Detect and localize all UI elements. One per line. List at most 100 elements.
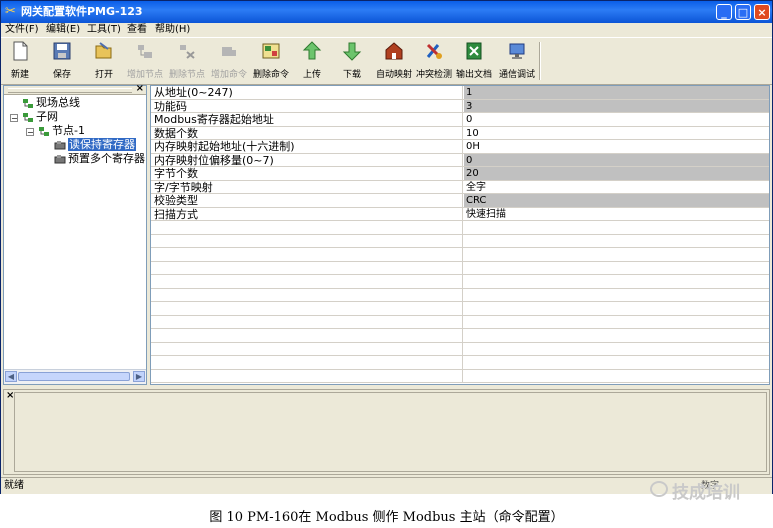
maximize-button[interactable]: □ [735, 4, 751, 20]
tree-item-fieldbus[interactable]: 现场总线 [22, 96, 80, 110]
property-value[interactable]: 10 [464, 127, 769, 140]
tree-item-subnet[interactable]: 子网 [22, 110, 58, 124]
command-icon [54, 154, 66, 163]
close-icon[interactable]: × [136, 83, 144, 94]
house-icon [385, 42, 403, 60]
property-value [464, 343, 769, 356]
open-button[interactable]: 打开 [89, 41, 119, 81]
property-value[interactable]: 快速扫描 [464, 208, 769, 221]
empty-row [151, 288, 769, 302]
monitor-icon [509, 43, 525, 59]
auto-map-button[interactable]: 自动映射 [375, 41, 413, 81]
delete-node-icon [180, 45, 195, 59]
property-name: 数据个数 [154, 126, 198, 140]
toolbar: 新建 保存 打开 增加节点 删除节点 增加命令 删除命令 上传 下载 自动映射 … [1, 37, 772, 85]
output-panel: × [3, 389, 770, 475]
property-name: 扫描方式 [154, 207, 198, 221]
property-value[interactable]: 0 [464, 113, 769, 126]
open-folder-icon [95, 42, 112, 59]
column-divider [462, 369, 463, 383]
network-icon [23, 112, 33, 122]
export-doc-button[interactable]: 输出文档 [455, 41, 493, 81]
property-row[interactable]: 扫描方式 快速扫描 [151, 207, 769, 221]
property-value[interactable]: 全字 [464, 181, 769, 194]
empty-row [151, 248, 769, 262]
property-value[interactable]: CRC [464, 194, 769, 207]
property-row[interactable]: 内存映射位偏移量(0~7) 0 [151, 153, 769, 167]
conflict-check-button[interactable]: 冲突检测 [415, 41, 453, 81]
column-divider [462, 275, 463, 288]
comm-debug-button[interactable]: 通信调试 [497, 41, 537, 81]
add-command-button[interactable]: 增加命令 [209, 41, 249, 81]
scroll-left-icon[interactable]: ◀ [5, 371, 17, 382]
tree-item-node-1[interactable]: 节点-1 [38, 124, 85, 138]
empty-row [151, 369, 769, 383]
property-row[interactable]: 内存映射起始地址(十六进制) 0H [151, 140, 769, 154]
menu-tools[interactable]: 工具(T) [87, 23, 121, 37]
property-value[interactable]: 0 [464, 153, 769, 166]
menu-help[interactable]: 帮助(H) [155, 23, 190, 37]
status-text: 就绪 [4, 480, 24, 491]
app-icon: ✂ [5, 4, 16, 19]
property-row[interactable]: 校验类型 CRC [151, 194, 769, 208]
column-divider [462, 140, 463, 153]
column-divider [462, 99, 463, 113]
tree-item-preset-multiple-registers[interactable]: 预置多个寄存器 [54, 152, 145, 166]
project-tree: × 现场总线 − 子网 − 节点-1 读保持寄存器 预置多个寄存器 ◀ ▶ [3, 83, 147, 385]
property-grid: 从地址(0~247) 1 功能码 3 Modbus寄存器起始地址 0 数据个数 10 内存映射起… [150, 85, 770, 385]
panel-grip[interactable] [8, 88, 132, 93]
property-row[interactable]: 字节个数 20 [151, 167, 769, 181]
delete-command-button[interactable]: 删除命令 [251, 41, 291, 81]
property-row[interactable]: 字/字节映射 全字 [151, 180, 769, 194]
collapse-icon[interactable]: − [26, 128, 34, 137]
property-name: 字/字节映射 [154, 180, 213, 194]
property-value [464, 302, 769, 315]
menu-view[interactable]: 查看 [127, 23, 147, 37]
wechat-icon [650, 481, 668, 497]
property-value[interactable]: 1 [464, 86, 769, 99]
minimize-button[interactable]: _ [716, 4, 732, 20]
tree-horizontal-scrollbar[interactable]: ◀ ▶ [4, 369, 146, 384]
property-value [464, 329, 769, 342]
column-divider [462, 113, 463, 126]
column-divider [462, 261, 463, 275]
property-name: 功能码 [154, 99, 187, 113]
property-row[interactable]: 数据个数 10 [151, 126, 769, 140]
column-divider [462, 315, 463, 329]
tree-item-label: 子网 [36, 110, 58, 123]
menu-file[interactable]: 文件(F) [5, 23, 39, 37]
property-value[interactable]: 20 [464, 167, 769, 180]
tree-item-read-holding-registers[interactable]: 读保持寄存器 [54, 138, 136, 152]
property-value [464, 316, 769, 329]
property-value [464, 221, 769, 234]
column-divider [462, 248, 463, 261]
property-value [464, 262, 769, 275]
property-value[interactable]: 3 [464, 99, 769, 112]
empty-row [151, 315, 769, 329]
scroll-thumb[interactable] [18, 372, 130, 381]
output-area[interactable] [14, 392, 767, 472]
property-row[interactable]: 从地址(0~247) 1 [151, 86, 769, 100]
tree-item-label: 读保持寄存器 [68, 138, 136, 151]
property-row[interactable]: 功能码 3 [151, 99, 769, 113]
menu-edit[interactable]: 编辑(E) [46, 23, 80, 37]
download-button[interactable]: 下载 [337, 41, 367, 81]
arrow-down-icon [342, 42, 362, 61]
collapse-icon[interactable]: − [10, 114, 18, 123]
title-bar: ✂ 网关配置软件PMG-123 _ □ × [1, 1, 772, 23]
upload-button[interactable]: 上传 [297, 41, 327, 81]
save-button[interactable]: 保存 [47, 41, 77, 81]
add-node-button[interactable]: 增加节点 [125, 41, 165, 81]
scroll-right-icon[interactable]: ▶ [133, 371, 145, 382]
close-button[interactable]: × [754, 4, 770, 20]
new-button[interactable]: 新建 [5, 41, 35, 81]
column-divider [462, 234, 463, 248]
empty-row [151, 221, 769, 235]
column-divider [462, 126, 463, 140]
property-value[interactable]: 0H [464, 140, 769, 153]
column-divider [462, 329, 463, 342]
property-row[interactable]: Modbus寄存器起始地址 0 [151, 113, 769, 127]
tree-item-label: 预置多个寄存器 [68, 152, 145, 165]
delete-node-button[interactable]: 删除节点 [167, 41, 207, 81]
property-name: Modbus寄存器起始地址 [154, 113, 274, 126]
